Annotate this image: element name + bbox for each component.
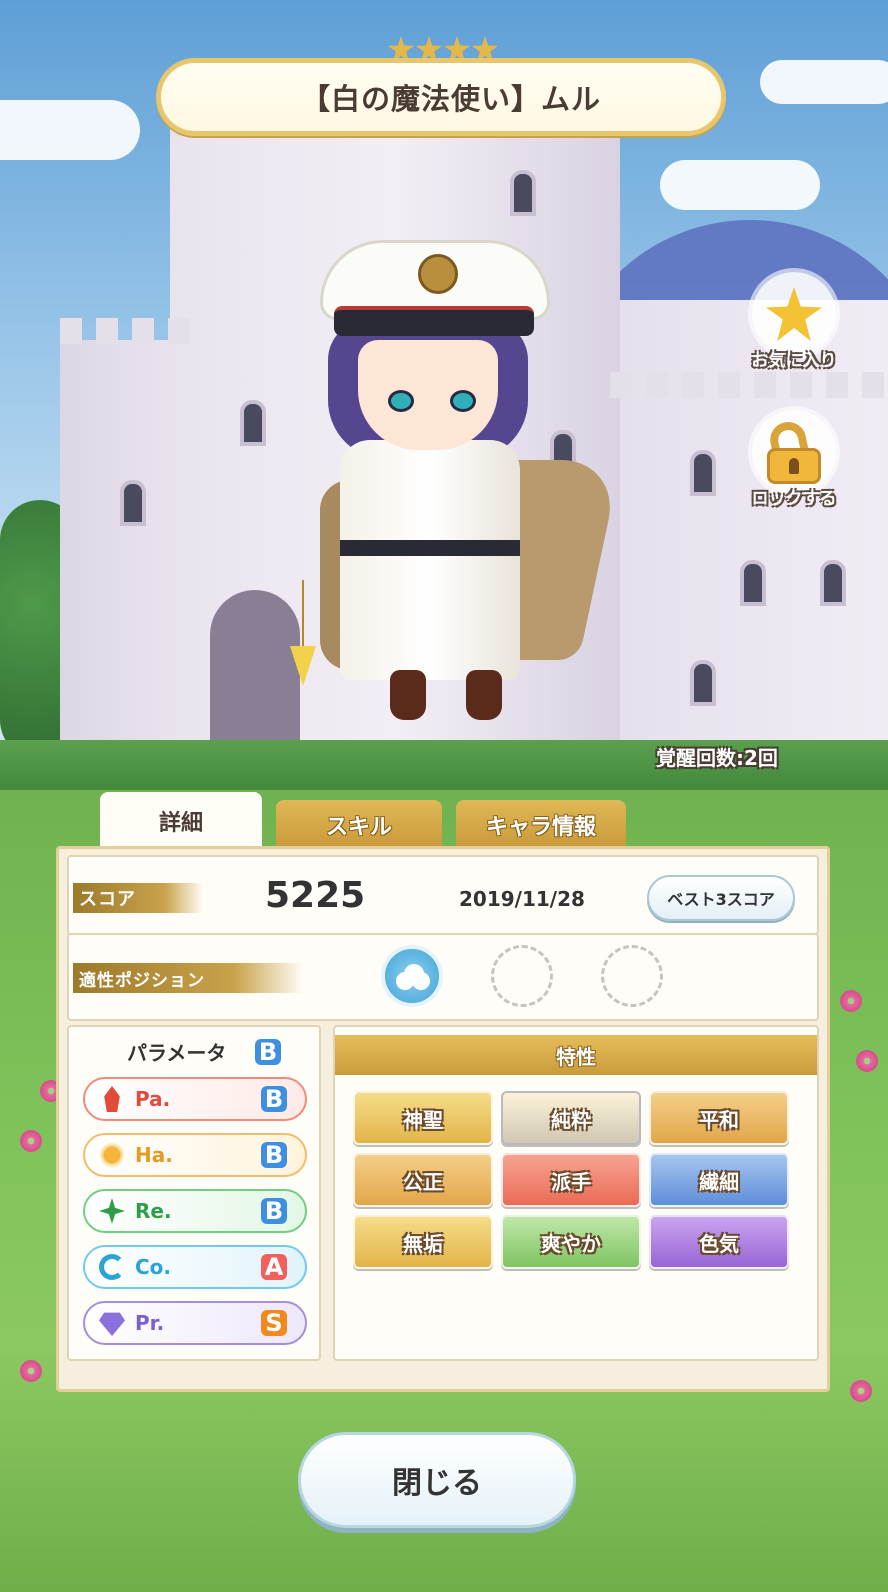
score-value: 5225 <box>265 875 366 916</box>
param-grade: B <box>261 1141 287 1169</box>
score-date: 2019/11/28 <box>459 887 585 911</box>
flower <box>20 1360 42 1382</box>
character-sprite <box>280 230 622 750</box>
castle-window <box>510 170 536 216</box>
position-slot-1 <box>381 945 443 1007</box>
star-icon <box>766 287 822 341</box>
diamond-icon <box>99 1312 125 1336</box>
param-grade: A <box>261 1253 287 1281</box>
castle-window <box>690 450 716 496</box>
tab-details-label: 詳細 <box>158 811 203 836</box>
details-panel: スコア 5225 2019/11/28 ベスト3スコア 適性ポジション パラメー… <box>56 846 830 1392</box>
awaken-count: 覚醒回数:2回 <box>656 746 778 770</box>
sun-icon <box>99 1142 125 1168</box>
parameters-title: パラメータ <box>127 1037 226 1066</box>
card-title-plate: 【白の魔法使い】ムル <box>156 58 726 136</box>
card-title: 【白の魔法使い】ムル <box>301 82 602 116</box>
flower <box>20 1130 42 1152</box>
castle-window <box>820 560 846 606</box>
lock-button[interactable]: ロックする <box>744 410 844 530</box>
param-row-co: Co. A <box>83 1245 307 1289</box>
best3-score-button[interactable]: ベスト3スコア <box>647 875 795 921</box>
position-slot-3 <box>601 945 663 1007</box>
cloud <box>660 160 820 210</box>
parameters-overall-grade: B <box>255 1038 281 1066</box>
tab-skill-label: スキル <box>325 815 392 840</box>
flower <box>856 1050 878 1072</box>
favorite-button[interactable]: お気に入り <box>744 272 844 392</box>
score-label: スコア <box>73 883 203 913</box>
cloud-icon <box>392 962 432 990</box>
position-slot-2 <box>491 945 553 1007</box>
param-name: Co. <box>135 1255 172 1279</box>
lock-circle <box>752 410 836 494</box>
flower <box>840 990 862 1012</box>
trait-badge: 派手 <box>501 1153 641 1207</box>
param-grade: B <box>261 1085 287 1113</box>
tab-details[interactable]: 詳細 <box>100 792 262 850</box>
traits-title: 特性 <box>335 1035 817 1075</box>
trait-badge: 神聖 <box>353 1091 493 1145</box>
lock-label: ロックする <box>751 489 837 509</box>
flower <box>850 1380 872 1402</box>
pendulum-icon <box>288 580 318 690</box>
castle-window <box>690 660 716 706</box>
param-row-pa: Pa. B <box>83 1077 307 1121</box>
score-box: スコア 5225 2019/11/28 ベスト3スコア <box>67 855 819 935</box>
castle-battlement <box>60 318 200 344</box>
cloud <box>760 60 888 104</box>
castle-window <box>240 400 266 446</box>
param-name: Pa. <box>135 1087 171 1111</box>
swirl-icon <box>99 1254 125 1280</box>
tab-chara-info[interactable]: キャラ情報 <box>456 800 626 850</box>
favorite-circle <box>752 272 836 356</box>
param-row-re: Re. B <box>83 1189 307 1233</box>
param-name: Ha. <box>135 1143 173 1167</box>
param-row-pr: Pr. S <box>83 1301 307 1345</box>
trait-badge: 公正 <box>353 1153 493 1207</box>
flame-icon <box>104 1086 120 1112</box>
trait-badge: 色気 <box>649 1215 789 1269</box>
parameters-title-text: パラメータ <box>127 1041 227 1065</box>
position-label: 適性ポジション <box>73 963 303 993</box>
tab-skill[interactable]: スキル <box>276 800 442 850</box>
param-grade: B <box>261 1197 287 1225</box>
param-name: Re. <box>135 1199 172 1223</box>
trait-badge: 爽やか <box>501 1215 641 1269</box>
param-name: Pr. <box>135 1311 165 1335</box>
castle-window <box>120 480 146 526</box>
unlocked-padlock-icon <box>766 418 821 484</box>
trait-badge: 純粋 <box>501 1091 641 1145</box>
trait-badge: 平和 <box>649 1091 789 1145</box>
trait-badge: 繊細 <box>649 1153 789 1207</box>
parameters-box: パラメータ B Pa. B Ha. B Re. B Co. A Pr. S <box>67 1025 321 1361</box>
cloud <box>0 100 140 160</box>
trait-badge: 無垢 <box>353 1215 493 1269</box>
param-grade: S <box>261 1309 287 1337</box>
param-row-ha: Ha. B <box>83 1133 307 1177</box>
tab-chara-info-label: キャラ情報 <box>485 815 596 840</box>
castle-window <box>740 560 766 606</box>
clover-icon <box>99 1198 125 1224</box>
close-button[interactable]: 閉じる <box>298 1432 576 1528</box>
favorite-label: お気に入り <box>751 351 837 371</box>
traits-box: 特性 神聖 純粋 平和 公正 派手 繊細 無垢 爽やか 色気 <box>333 1025 819 1361</box>
position-box: 適性ポジション <box>67 933 819 1021</box>
